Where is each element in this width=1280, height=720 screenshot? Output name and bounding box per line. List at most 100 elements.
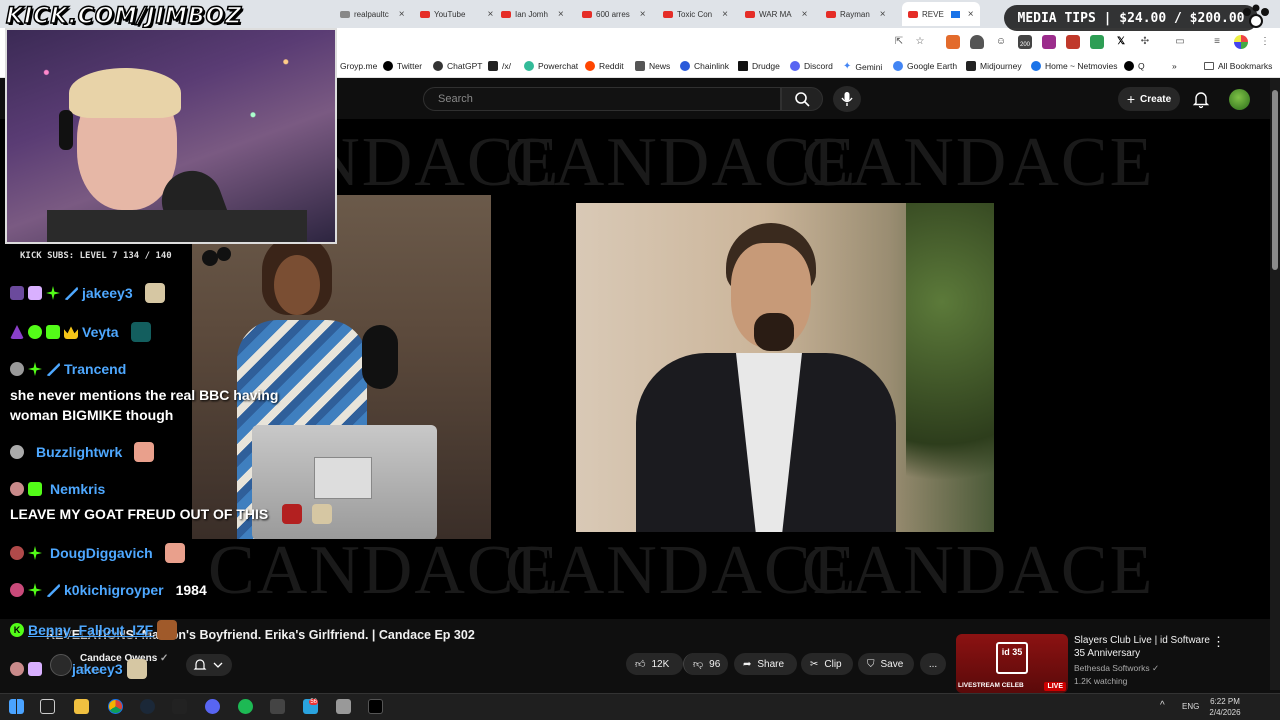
- profile-avatar-icon[interactable]: [1234, 35, 1248, 49]
- browser-tab[interactable]: Toxic Con ×: [663, 4, 737, 24]
- dislike-button[interactable]: 👎︎ 96: [683, 653, 728, 675]
- drudge-icon: [738, 61, 748, 71]
- search-button[interactable]: [781, 87, 823, 111]
- bookmark-item[interactable]: All Bookmarks: [1204, 61, 1272, 71]
- bookmark-item[interactable]: Q: [1124, 61, 1145, 71]
- like-button[interactable]: 👍︎ 12K: [626, 653, 683, 675]
- language-indicator[interactable]: ENG: [1182, 702, 1199, 711]
- chat-username[interactable]: DougDiggavich: [50, 545, 153, 561]
- clip-button[interactable]: ✂ Clip: [801, 653, 853, 675]
- notifications-button[interactable]: [1190, 88, 1212, 110]
- share-button[interactable]: ➦ Share: [734, 653, 797, 675]
- bookmark-item[interactable]: ChatGPT: [433, 61, 482, 71]
- bookmark-item[interactable]: Midjourney: [966, 61, 1022, 71]
- bookmark-item[interactable]: Powerchat: [524, 61, 578, 71]
- chat-message-text: 1984: [175, 582, 207, 598]
- bookmark-item[interactable]: Home ~ Netmovies: [1031, 61, 1118, 71]
- save-button[interactable]: ⛉ Save: [858, 653, 914, 675]
- chat-message-text: she never mentions the real BBC having w…: [10, 387, 279, 423]
- extension-icon[interactable]: [1066, 35, 1080, 49]
- windows-start-icon[interactable]: [9, 699, 24, 714]
- grid-icon: [488, 61, 498, 71]
- bookmark-item[interactable]: Groyp.me: [340, 61, 377, 71]
- bookmark-item[interactable]: Twitter: [383, 61, 422, 71]
- chat-username[interactable]: Trancend: [64, 361, 126, 377]
- browser-menu-icon[interactable]: ⋮: [1258, 35, 1272, 49]
- extension-badge-icon[interactable]: 200: [1018, 35, 1032, 49]
- shield-extension-icon[interactable]: [970, 35, 984, 49]
- recommended-thumbnail[interactable]: id 35 LIVESTREAM CELEB LIVE: [956, 634, 1068, 693]
- browser-tab[interactable]: YouTube ×: [420, 4, 496, 24]
- bookmark-star-icon[interactable]: ☆: [913, 35, 927, 49]
- scrollbar-thumb[interactable]: [1272, 90, 1278, 270]
- bookmarks-overflow-icon[interactable]: »: [1172, 61, 1177, 71]
- account-avatar[interactable]: [1229, 89, 1250, 110]
- search-input[interactable]: Search: [423, 87, 781, 111]
- bookmark-item[interactable]: Reddit: [585, 61, 624, 71]
- bookmark-item[interactable]: Drudge: [738, 61, 780, 71]
- chat-username[interactable]: Nemkris: [50, 481, 105, 497]
- bookmark-item[interactable]: Chainlink: [680, 61, 729, 71]
- news-icon: [635, 61, 645, 71]
- app-icon[interactable]: [172, 699, 187, 714]
- x-extension-icon[interactable]: 𝕏: [1114, 35, 1128, 49]
- chat-username[interactable]: k0kichigroyper: [64, 582, 164, 598]
- close-tab-icon[interactable]: ×: [880, 9, 886, 20]
- chat-username[interactable]: Buzzlightwrk: [36, 444, 122, 460]
- x-icon: [383, 61, 393, 71]
- browser-tab[interactable]: WAR MA ×: [745, 4, 819, 24]
- chat-username[interactable]: jakeey3: [82, 285, 133, 301]
- profile-menu-icon[interactable]: ≡: [1210, 35, 1224, 49]
- robot-extension-icon[interactable]: ☺: [994, 35, 1008, 49]
- bookmark-item[interactable]: Discord: [790, 61, 833, 71]
- chrome-icon[interactable]: [108, 699, 123, 714]
- close-tab-icon[interactable]: ×: [487, 9, 493, 20]
- browser-tab-active[interactable]: REVE ×: [902, 2, 980, 26]
- browser-tab[interactable]: realpaultc ×: [340, 4, 412, 24]
- bookmark-item[interactable]: ✦ Gemini: [843, 61, 882, 72]
- telegram-icon[interactable]: 56: [303, 699, 318, 714]
- close-tab-icon[interactable]: ×: [558, 9, 564, 20]
- app-icon[interactable]: [336, 699, 351, 714]
- close-tab-icon[interactable]: ×: [640, 9, 646, 20]
- discord-icon[interactable]: [205, 699, 220, 714]
- verified-icon: ✓: [1151, 663, 1160, 673]
- obs-icon[interactable]: [270, 699, 285, 714]
- browser-tab[interactable]: Ian Jomh ×: [501, 4, 573, 24]
- side-panel-icon[interactable]: ▭: [1173, 35, 1187, 49]
- install-app-icon[interactable]: ⇱: [892, 35, 906, 49]
- bookmark-item[interactable]: Google Earth: [893, 61, 957, 71]
- recommended-channel[interactable]: Bethesda Softworks ✓: [1074, 663, 1159, 674]
- bookmark-item[interactable]: News: [635, 61, 670, 71]
- puzzle-extensions-icon[interactable]: ✣: [1138, 35, 1152, 49]
- file-explorer-icon[interactable]: [74, 699, 89, 714]
- chat-username[interactable]: jakeey3: [72, 661, 123, 677]
- extension-icon[interactable]: [1090, 35, 1104, 49]
- browser-tab[interactable]: Rayman ×: [826, 4, 900, 24]
- tray-overflow-icon[interactable]: ^: [1160, 700, 1170, 715]
- browser-tab[interactable]: 600 arres ×: [582, 4, 656, 24]
- extension-icon[interactable]: [1042, 35, 1056, 49]
- sparkle-badge-icon: [28, 546, 42, 560]
- voice-search-button[interactable]: [833, 86, 861, 112]
- close-tab-icon[interactable]: ×: [399, 9, 405, 20]
- subscription-bell-button[interactable]: [186, 654, 232, 676]
- task-view-icon[interactable]: [40, 699, 55, 714]
- reddit-icon: [585, 61, 595, 71]
- create-button[interactable]: + Create: [1118, 87, 1180, 111]
- bell-dropdown-icon: [193, 659, 223, 670]
- spotify-icon[interactable]: [238, 699, 253, 714]
- close-tab-icon[interactable]: ×: [802, 9, 808, 20]
- close-tab-icon[interactable]: ×: [968, 9, 974, 20]
- recommended-title[interactable]: Slayers Club Live | id Software 35 Anniv…: [1074, 634, 1214, 660]
- cursor-app-icon[interactable]: [368, 699, 383, 714]
- more-vertical-icon[interactable]: ⋮: [1212, 634, 1225, 650]
- chat-username[interactable]: Benny_Fallout_IZF: [28, 622, 153, 638]
- more-actions-button[interactable]: ...: [920, 653, 946, 675]
- metamask-extension-icon[interactable]: [946, 35, 960, 49]
- close-tab-icon[interactable]: ×: [722, 9, 728, 20]
- steam-icon[interactable]: [140, 699, 155, 714]
- chat-username[interactable]: Veyta: [82, 324, 119, 340]
- system-clock[interactable]: 6:22 PM 2/4/2026: [1206, 696, 1244, 718]
- bookmark-item[interactable]: /x/: [488, 61, 511, 71]
